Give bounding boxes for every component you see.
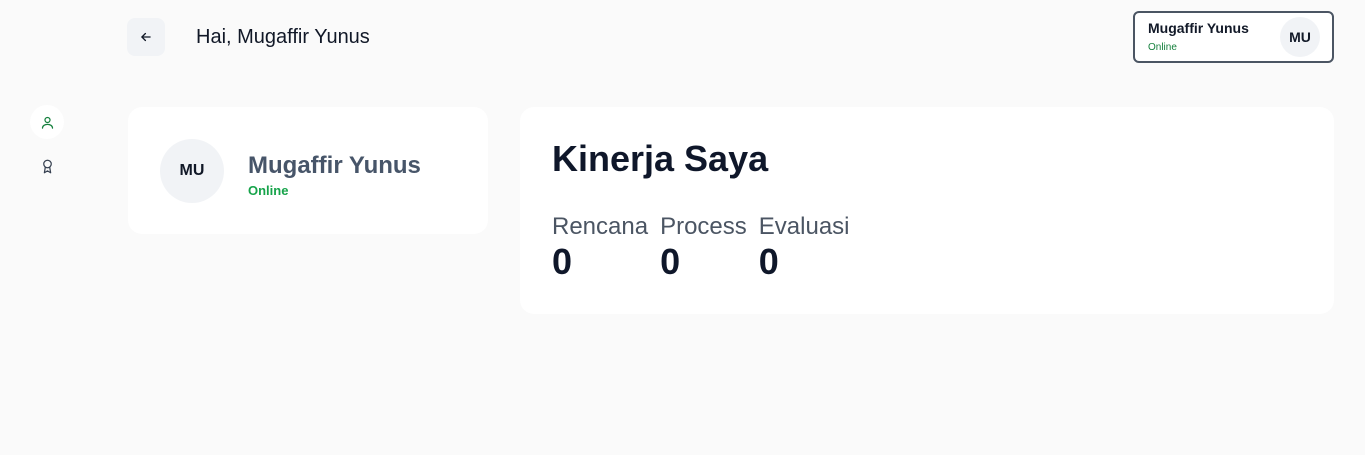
sidebar-item-award[interactable] (30, 149, 64, 183)
stat-evaluasi: Evaluasi 0 (759, 212, 850, 282)
performance-title: Kinerja Saya (552, 138, 769, 179)
profile-card: MU Mugaffir Yunus Online (128, 107, 488, 234)
page-title: Hai, Mugaffir Yunus (196, 26, 370, 48)
stat-label: Evaluasi (758, 213, 850, 240)
stat-process: Process 0 (660, 212, 747, 282)
sidebar (30, 105, 64, 193)
performance-card: Kinerja Saya Rencana 0 Process 0 Evaluas… (520, 107, 1334, 314)
award-icon (42, 159, 52, 173)
user-menu-button[interactable]: Mugaffir Yunus Online MU (1133, 11, 1334, 63)
profile-status-badge: Online (248, 183, 289, 198)
user-chip-status: Online (1148, 42, 1177, 53)
stat-value: 0 (552, 241, 573, 282)
user-icon (41, 116, 53, 129)
profile-avatar: MU (160, 139, 224, 203)
stat-value: 0 (758, 241, 779, 282)
profile-name: Mugaffir Yunus (248, 152, 421, 179)
arrow-left-icon (141, 32, 151, 42)
stat-value: 0 (660, 241, 681, 282)
stat-rencana: Rencana 0 (552, 212, 648, 282)
stat-label: Rencana (552, 213, 649, 240)
avatar: MU (1280, 17, 1320, 57)
stat-label: Process (660, 213, 747, 240)
back-button[interactable] (127, 18, 165, 56)
page: Hai, Mugaffir Yunus Mugaffir Yunus Onlin… (0, 0, 1365, 455)
sidebar-item-profile[interactable] (30, 105, 64, 139)
user-chip-name: Mugaffir Yunus (1148, 20, 1249, 36)
performance-stats: Rencana 0 Process 0 Evaluasi 0 (552, 212, 862, 282)
